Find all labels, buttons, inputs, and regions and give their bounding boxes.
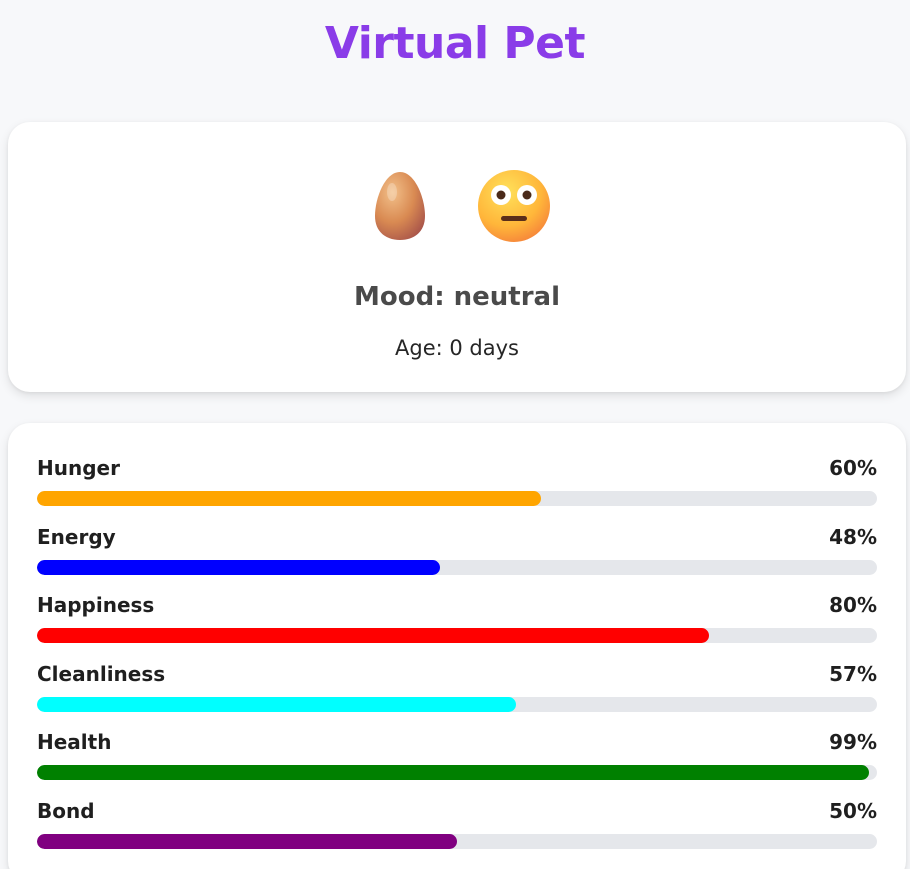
stat-label: Cleanliness [37,662,166,686]
stat-energy: Energy 48% [37,525,877,575]
stat-value: 48% [829,525,877,549]
stat-hunger: Hunger 60% [37,456,877,506]
stat-track [37,491,877,506]
stat-fill [37,628,709,643]
neutral-face-icon [478,170,550,242]
stat-track [37,697,877,712]
stats-card: Hunger 60% Energy 48% Happiness 80% Clea… [8,423,906,869]
stat-label: Hunger [37,456,120,480]
egg-icon [375,172,425,240]
stat-label: Energy [37,525,116,549]
stat-fill [37,491,541,506]
stat-fill [37,560,441,575]
stat-label: Bond [37,799,95,823]
stat-cleanliness: Cleanliness 57% [37,662,877,712]
stat-health: Health 99% [37,730,877,780]
stat-label: Health [37,730,112,754]
stat-track [37,628,877,643]
stat-track [37,560,877,575]
stat-fill [37,697,516,712]
stat-value: 50% [829,799,877,823]
stat-fill [37,834,457,849]
page-title: Virtual Pet [324,18,586,69]
stat-value: 99% [829,730,877,754]
stat-value: 80% [829,593,877,617]
stat-bond: Bond 50% [37,799,877,849]
stat-fill [37,765,869,780]
stat-track [37,834,877,849]
age-text: Age: 0 days [395,336,519,360]
stat-happiness: Happiness 80% [37,593,877,643]
pet-card: Mood: neutral Age: 0 days [8,122,906,392]
stat-label: Happiness [37,593,155,617]
stat-track [37,765,877,780]
stat-value: 60% [829,456,877,480]
pet-emoji-row [8,166,906,256]
mood-text: Mood: neutral [353,282,561,312]
stat-value: 57% [829,662,877,686]
